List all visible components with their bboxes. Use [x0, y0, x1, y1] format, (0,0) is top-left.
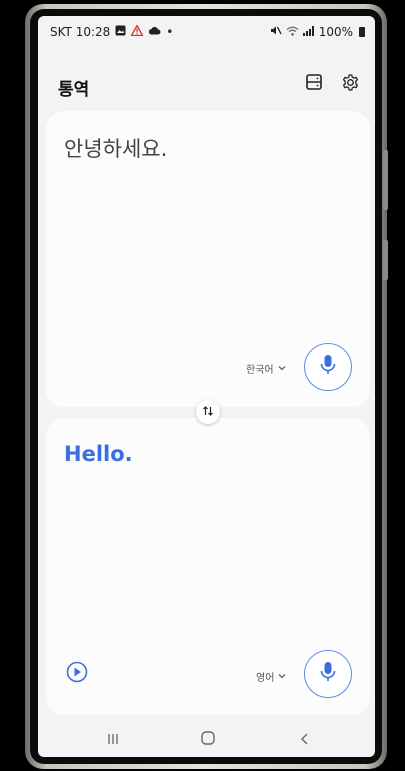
target-language-selector[interactable]: 영어 — [256, 669, 286, 684]
swap-languages-button[interactable] — [196, 400, 220, 424]
target-mic-button[interactable] — [304, 650, 352, 698]
play-button[interactable] — [66, 661, 88, 687]
power-button — [383, 240, 388, 280]
source-text[interactable]: 안녕하세요. — [64, 133, 167, 163]
gallery-icon — [115, 25, 126, 39]
recent-apps-icon — [106, 731, 120, 750]
source-mic-button[interactable] — [304, 343, 352, 391]
chevron-down-icon — [278, 363, 286, 374]
battery-icon — [359, 27, 365, 37]
status-bar: SKT 10:28 • 100% — [38, 16, 375, 46]
back-button[interactable] — [290, 728, 320, 752]
swap-arrows-icon — [202, 405, 214, 420]
source-card: 안녕하세요. 한국어 — [46, 111, 370, 407]
source-language-selector[interactable]: 한국어 — [246, 361, 286, 376]
split-screen-icon — [305, 73, 323, 95]
app-header: 통역 — [38, 66, 375, 102]
back-icon — [299, 731, 311, 750]
signal-icon — [302, 25, 315, 39]
wifi-icon — [286, 26, 299, 39]
split-screen-button[interactable] — [300, 70, 328, 98]
page-title: 통역 — [58, 80, 90, 100]
microphone-icon — [319, 661, 337, 687]
target-text[interactable]: Hello. — [64, 442, 133, 466]
target-language-label: 영어 — [256, 673, 275, 684]
recent-apps-button[interactable] — [98, 728, 128, 752]
status-dot: • — [166, 25, 174, 39]
volume-button — [383, 150, 388, 210]
home-button[interactable] — [193, 728, 223, 752]
play-icon — [66, 661, 88, 687]
warning-icon — [130, 24, 144, 39]
settings-button[interactable] — [336, 70, 364, 98]
microphone-icon — [319, 354, 337, 380]
status-time: SKT 10:28 — [50, 25, 111, 39]
chevron-down-icon — [278, 671, 286, 682]
screen: SKT 10:28 • 100% 통역 안녕하세요. 한국어 Hello. 영어 — [38, 16, 375, 757]
mute-icon — [270, 25, 282, 39]
navigation-bar — [38, 722, 375, 757]
home-icon — [200, 730, 216, 750]
source-language-label: 한국어 — [246, 365, 274, 376]
cloud-icon — [148, 26, 161, 38]
battery-percent: 100% — [318, 25, 353, 39]
target-card: Hello. 영어 — [46, 418, 370, 715]
gear-icon — [341, 73, 360, 96]
